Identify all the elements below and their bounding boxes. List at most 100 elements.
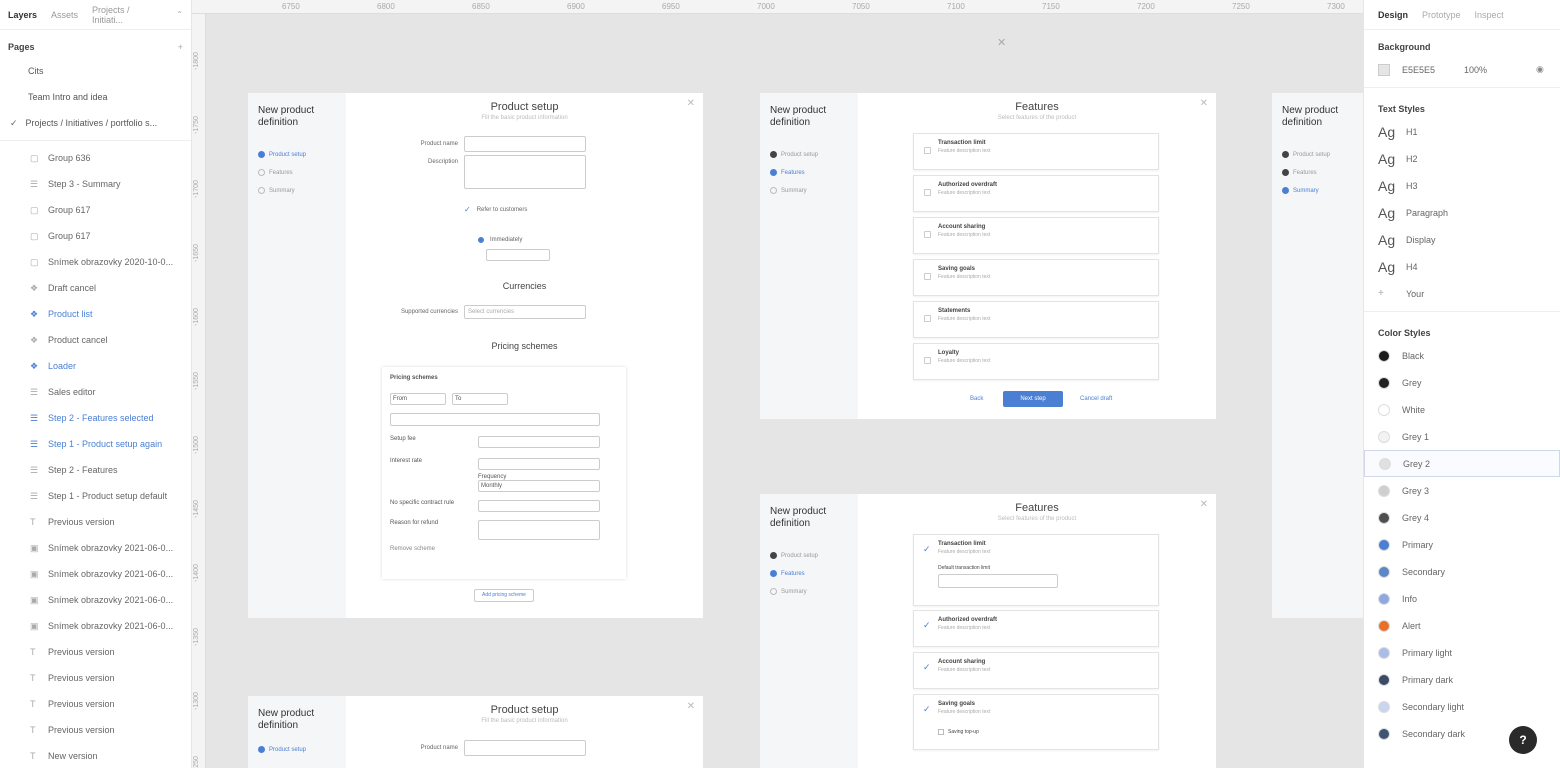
frame-features-selected[interactable]: New product definition Product setup Fea… [760, 494, 1216, 768]
frame-product-setup-again[interactable]: New product definition Product setup ✕ P… [248, 696, 703, 768]
color-style-item[interactable]: Primary light [1364, 639, 1560, 666]
text-style-item[interactable]: Ag H2 [1364, 145, 1560, 172]
tab-layers[interactable]: Layers [8, 10, 37, 20]
contract-rule-input[interactable] [478, 500, 600, 512]
color-style-item[interactable]: Secondary light [1364, 693, 1560, 720]
frame-summary[interactable]: New product definition Product setup Fea… [1272, 93, 1363, 618]
feature-card[interactable]: Account sharing Feature description text [913, 217, 1159, 254]
color-style-item[interactable]: Grey [1364, 369, 1560, 396]
step-product-setup[interactable]: Product setup [770, 151, 848, 159]
frame-features[interactable]: New product definition Product setup Fea… [760, 93, 1216, 419]
feature-card-selected[interactable]: ✓ Authorized overdraft Feature description… [913, 610, 1159, 647]
step-summary[interactable]: Summary [770, 588, 848, 596]
checkbox-icon[interactable] [924, 231, 931, 238]
feature-card[interactable]: Saving goals Feature description text [913, 259, 1159, 296]
close-icon[interactable]: ✕ [997, 36, 1006, 49]
radio-icon[interactable] [478, 237, 484, 243]
feature-card[interactable]: Loyalty Feature description text [913, 343, 1159, 380]
color-style-item[interactable]: Black [1364, 342, 1560, 369]
remove-scheme-link[interactable]: Remove scheme [390, 546, 618, 552]
text-style-item[interactable]: Ag H3 [1364, 172, 1560, 199]
add-pricing-scheme-button[interactable]: Add pricing scheme [474, 589, 534, 602]
step-features[interactable]: Features [770, 169, 848, 177]
checkbox-icon[interactable] [924, 273, 931, 280]
step-features[interactable]: Features [1282, 169, 1353, 177]
to-input[interactable]: To [452, 393, 508, 405]
layer-item[interactable]: T Previous version [0, 665, 191, 691]
feature-card[interactable]: Authorized overdraft Feature description … [913, 175, 1159, 212]
checkbox-icon[interactable] [924, 357, 931, 364]
background-hex[interactable]: E5E5E5 [1402, 65, 1452, 75]
from-input[interactable]: From [390, 393, 446, 405]
layer-item[interactable]: T Previous version [0, 717, 191, 743]
color-style-item[interactable]: Grey 2 [1364, 450, 1560, 477]
text-style-item[interactable]: Ag H1 [1364, 118, 1560, 145]
checkbox-icon[interactable] [924, 189, 931, 196]
text-style-item[interactable]: Ag Display [1364, 226, 1560, 253]
tab-assets[interactable]: Assets [51, 10, 78, 20]
color-style-item[interactable]: Primary dark [1364, 666, 1560, 693]
design-canvas[interactable]: 6750 6800 6850 6900 6950 7000 7050 7100 7150 7200… [192, 0, 1363, 768]
step-summary[interactable]: Summary [770, 187, 848, 195]
step-summary[interactable]: Summary [1282, 187, 1353, 195]
product-name-input[interactable] [464, 136, 586, 152]
feature-card-selected[interactable]: ✓ Account sharing Feature description text [913, 652, 1159, 689]
page-item-current[interactable]: ✓ Projects / Initiatives / portfolio s... [0, 110, 191, 136]
background-row[interactable]: E5E5E5 100% ◉ [1364, 56, 1560, 83]
description-input[interactable] [464, 155, 586, 189]
layer-item[interactable]: ☰ Step 2 - Features selected [0, 405, 191, 431]
help-button[interactable]: ? [1509, 726, 1537, 754]
page-item[interactable]: Cits [0, 58, 191, 84]
date-input[interactable] [486, 249, 550, 261]
setup-fee-input[interactable] [478, 436, 600, 448]
layer-item[interactable]: T Previous version [0, 691, 191, 717]
close-icon[interactable]: ✕ [687, 98, 695, 109]
step-product-setup[interactable]: Product setup [258, 746, 336, 754]
background-opacity[interactable]: 100% [1464, 65, 1524, 75]
layer-item[interactable]: T Previous version [0, 509, 191, 535]
text-style-item[interactable]: Ag Paragraph [1364, 199, 1560, 226]
back-button[interactable]: Back [970, 396, 983, 402]
frame-product-setup[interactable]: New product definition Product setup Fea… [248, 93, 703, 618]
reason-input[interactable] [478, 520, 600, 540]
color-style-item[interactable]: Info [1364, 585, 1560, 612]
step-product-setup[interactable]: Product setup [258, 151, 336, 159]
page-item[interactable]: Team Intro and idea [0, 84, 191, 110]
color-style-item[interactable]: White [1364, 396, 1560, 423]
step-product-setup[interactable]: Product setup [770, 552, 848, 560]
next-step-button[interactable]: Next step [1003, 391, 1063, 407]
close-icon[interactable]: ✕ [687, 701, 695, 712]
checkbox-checked-icon[interactable]: ✓ [464, 205, 471, 214]
layer-item[interactable]: ▢ Group 636 [0, 145, 191, 171]
layer-item[interactable]: ▢ Snímek obrazovky 2020-10-0... [0, 249, 191, 275]
layer-item[interactable]: ▢ Group 617 [0, 223, 191, 249]
layer-item[interactable]: ▣ Snímek obrazovky 2021-06-0... [0, 613, 191, 639]
layer-item[interactable]: ❖ Loader [0, 353, 191, 379]
step-summary[interactable]: Summary [258, 187, 336, 195]
feature-card[interactable]: Transaction limit Feature description tex… [913, 133, 1159, 170]
layer-item[interactable]: ▢ Group 617 [0, 197, 191, 223]
tab-design[interactable]: Design [1378, 10, 1408, 20]
color-style-item[interactable]: Grey 3 [1364, 477, 1560, 504]
layer-item[interactable]: T Previous version [0, 639, 191, 665]
currencies-select[interactable]: Select currencies [464, 305, 586, 319]
text-style-item[interactable]: + Your [1364, 280, 1560, 307]
layer-item[interactable]: ▣ Snímek obrazovky 2021-06-0... [0, 587, 191, 613]
tab-project-page[interactable]: Projects / Initiati... [92, 5, 162, 25]
step-product-setup[interactable]: Product setup [1282, 151, 1353, 159]
scheme-select[interactable] [390, 413, 600, 426]
cancel-draft-button[interactable]: Cancel draft [1080, 396, 1112, 402]
transaction-limit-input[interactable] [938, 574, 1058, 588]
feature-card-selected[interactable]: ✓ Saving goals Feature description text Sav… [913, 694, 1159, 750]
color-style-item[interactable]: Alert [1364, 612, 1560, 639]
color-style-item[interactable]: Grey 1 [1364, 423, 1560, 450]
checkbox-icon[interactable] [924, 147, 931, 154]
checkbox-icon[interactable] [938, 729, 944, 735]
layer-item[interactable]: ☰ Step 1 - Product setup again [0, 431, 191, 457]
color-style-item[interactable]: Secondary [1364, 558, 1560, 585]
interest-rate-input[interactable] [478, 458, 600, 470]
color-style-item[interactable]: Grey 4 [1364, 504, 1560, 531]
feature-card-selected[interactable]: ✓ Transaction limit Feature description te… [913, 534, 1159, 606]
feature-card[interactable]: Statements Feature description text [913, 301, 1159, 338]
layer-item[interactable]: ☰ Step 3 - Summary [0, 171, 191, 197]
